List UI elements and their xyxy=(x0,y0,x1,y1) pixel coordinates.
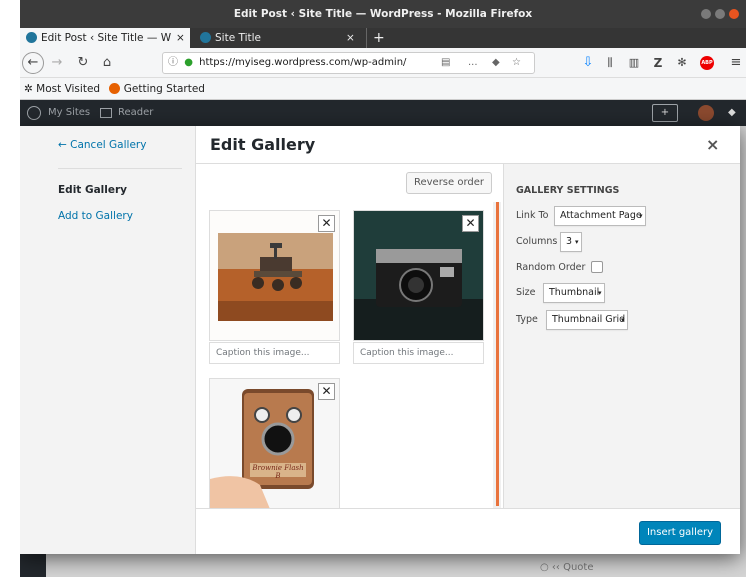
reader-view-icon[interactable]: ▤ xyxy=(441,53,450,73)
cancel-gallery-link[interactable]: ← Cancel Gallery xyxy=(58,139,146,151)
type-label: Type xyxy=(516,314,538,325)
write-icon[interactable]: + xyxy=(652,104,678,122)
window-title-bar: Edit Post ‹ Site Title — WordPress - Moz… xyxy=(20,0,746,28)
modal-header: Edit Gallery × xyxy=(196,126,740,164)
random-order-label: Random Order xyxy=(516,262,586,273)
insert-gallery-button[interactable]: Insert gallery xyxy=(639,521,721,545)
info-icon[interactable]: ⓘ xyxy=(163,57,178,68)
url-text: https://myiseg.wordpress.com/wp-admin/ xyxy=(199,57,407,68)
columns-select[interactable]: 3 ▾ xyxy=(560,232,582,252)
type-select[interactable]: Thumbnail Grid ▾ xyxy=(546,310,628,330)
minimize-button[interactable] xyxy=(701,9,711,19)
modal-title: Edit Gallery xyxy=(210,135,316,154)
reverse-order-button[interactable]: Reverse order xyxy=(406,172,492,194)
size-label: Size xyxy=(516,287,536,298)
home-icon[interactable]: ⌂ xyxy=(98,48,116,78)
tab-label: Site Title xyxy=(215,32,261,44)
menu-icon[interactable]: ≡ xyxy=(728,48,744,78)
close-window-button[interactable] xyxy=(729,9,739,19)
quote-text: Quote xyxy=(563,562,594,573)
my-sites-link[interactable]: My Sites xyxy=(48,100,90,126)
columns-label: Columns xyxy=(516,236,558,247)
tab-edit-post[interactable]: Edit Post ‹ Site Title — W × xyxy=(20,28,190,48)
firefox-icon xyxy=(109,83,121,94)
download-icon[interactable]: ⇩ xyxy=(580,48,596,78)
remove-image-icon[interactable]: ✕ xyxy=(318,215,335,232)
wordpress-logo-icon[interactable] xyxy=(27,106,41,120)
menu-separator xyxy=(58,168,182,169)
reader-link[interactable]: Reader xyxy=(118,100,153,126)
window-title: Edit Post ‹ Site Title — WordPress - Moz… xyxy=(233,8,533,20)
size-value: Thumbnail xyxy=(549,287,600,298)
chevron-down-icon: ▾ xyxy=(639,212,643,220)
new-tab-button[interactable]: + xyxy=(369,28,389,48)
remove-image-icon[interactable]: ✕ xyxy=(462,215,479,232)
wordpress-icon xyxy=(26,32,37,43)
screenshot: Edit Post ‹ Site Title — WordPress - Moz… xyxy=(20,0,746,577)
tab-close-icon[interactable]: × xyxy=(176,28,185,48)
tab-site-title[interactable]: Site Title × xyxy=(194,28,364,48)
bookmark-star-icon[interactable]: ☆ xyxy=(512,53,521,73)
quote-block-label: ○ ‹‹ Quote xyxy=(540,562,594,573)
gallery-attachments: Reverse order ✕ Caption this image... ✕ … xyxy=(196,164,502,508)
scrollbar-thumb[interactable] xyxy=(496,202,499,506)
tab-divider xyxy=(366,28,367,48)
tab-label: Edit Post ‹ Site Title — W xyxy=(41,32,172,44)
notifications-icon[interactable]: ◆ xyxy=(728,100,736,126)
scrollbar-track[interactable] xyxy=(493,202,501,508)
back-arrow-icon[interactable]: ← xyxy=(22,52,44,74)
chevron-down-icon: ▾ xyxy=(598,289,602,297)
reload-icon[interactable]: ↻ xyxy=(74,48,92,78)
gallery-settings-panel: GALLERY SETTINGS Link To Attachment Page… xyxy=(503,164,740,508)
link-to-select[interactable]: Attachment Page ▾ xyxy=(554,206,646,226)
camera-label: Brownie Flash B xyxy=(252,464,304,480)
chevron-down-icon: ▾ xyxy=(621,316,625,324)
forward-arrow-icon[interactable]: → xyxy=(48,48,66,78)
type-value: Thumbnail Grid xyxy=(552,314,626,325)
gallery-settings-heading: GALLERY SETTINGS xyxy=(516,185,620,196)
columns-value: 3 xyxy=(566,236,573,247)
library-icon[interactable]: ⫼ xyxy=(602,48,618,78)
caption-input[interactable]: Caption this image... xyxy=(353,342,484,364)
menu-item-add-to-gallery[interactable]: Add to Gallery xyxy=(58,210,133,222)
reader-icon xyxy=(100,108,112,118)
zotero-icon[interactable]: Z xyxy=(650,48,666,78)
caption-input[interactable]: Caption this image... xyxy=(209,342,340,364)
size-select[interactable]: Thumbnail ▾ xyxy=(543,283,605,303)
lock-icon: ● xyxy=(184,57,193,68)
wp-admin-bar: My Sites Reader + ◆ xyxy=(20,100,746,126)
modal-toolbar: Insert gallery xyxy=(196,508,740,554)
remove-image-icon[interactable]: ✕ xyxy=(318,383,335,400)
extension-icon[interactable]: ✻ xyxy=(674,48,690,78)
navigation-bar: ← → ↻ ⌂ ⓘ ● https://myiseg.wordpress.com… xyxy=(20,48,746,78)
adblock-icon[interactable]: ABP xyxy=(700,56,714,70)
bookmark-getting-started[interactable]: Getting Started xyxy=(124,83,205,95)
pocket-icon[interactable]: ◆ xyxy=(492,53,500,73)
avatar[interactable] xyxy=(698,105,714,121)
modal-close-icon[interactable]: × xyxy=(706,126,719,164)
menu-item-edit-gallery[interactable]: Edit Gallery xyxy=(58,184,127,196)
bookmark-most-visited[interactable]: Most Visited xyxy=(36,83,100,95)
media-menu: ← Cancel Gallery Edit Gallery Add to Gal… xyxy=(20,126,196,554)
edit-gallery-modal: ← Cancel Gallery Edit Gallery Add to Gal… xyxy=(20,126,740,554)
bookmarks-toolbar: ✲ Most Visited Getting Started xyxy=(20,78,746,100)
gear-icon: ✲ xyxy=(24,83,33,95)
sidebar-icon[interactable]: ▥ xyxy=(626,48,642,78)
link-to-label: Link To xyxy=(516,210,549,221)
page-actions-icon[interactable]: ... xyxy=(468,53,478,73)
random-order-checkbox[interactable] xyxy=(591,261,603,273)
link-to-value: Attachment Page xyxy=(560,210,642,221)
url-bar[interactable]: ⓘ ● https://myiseg.wordpress.com/wp-admi… xyxy=(162,52,535,74)
tab-strip: Edit Post ‹ Site Title — W × Site Title … xyxy=(20,28,746,48)
wordpress-icon xyxy=(200,32,211,43)
maximize-button[interactable] xyxy=(715,9,725,19)
tab-close-icon[interactable]: × xyxy=(346,28,355,48)
chevron-down-icon: ▾ xyxy=(575,238,579,246)
